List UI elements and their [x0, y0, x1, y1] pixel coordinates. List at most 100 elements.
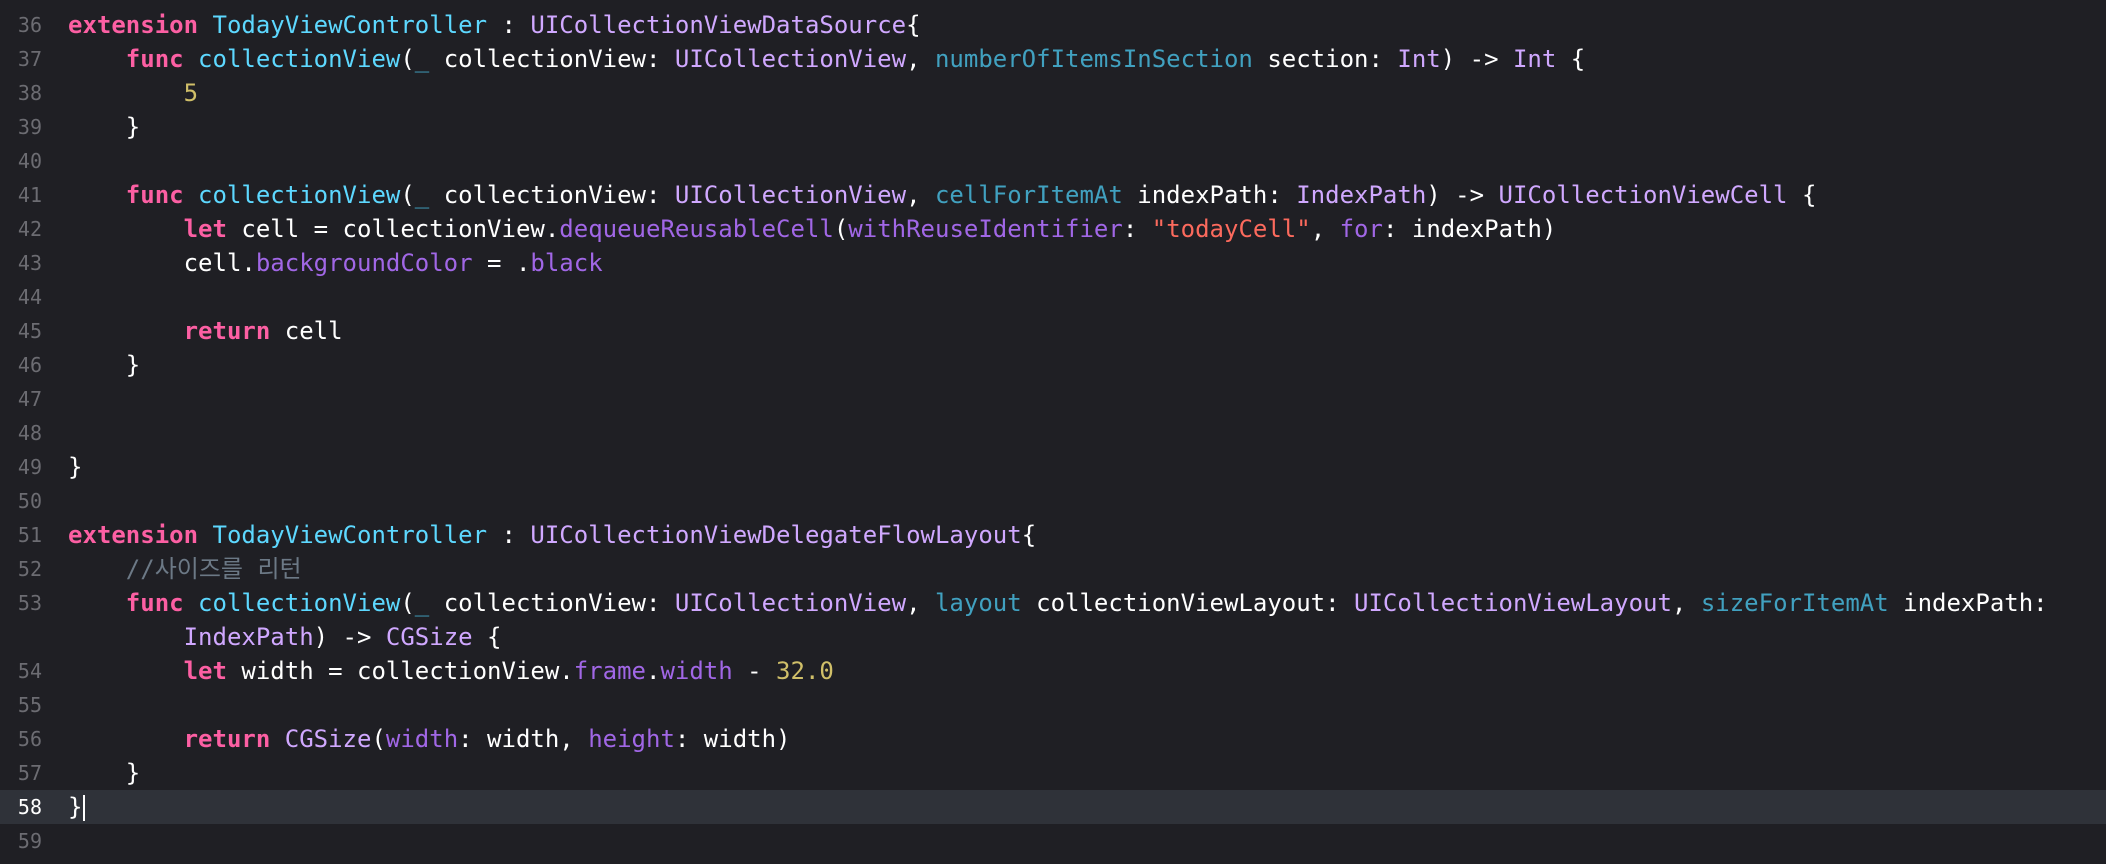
- code-content[interactable]: IndexPath) -> CGSize {: [68, 620, 502, 654]
- code-text: indexPath:: [1888, 589, 2048, 617]
- type-token: IndexPath: [1296, 181, 1427, 209]
- line-number: 41: [17, 183, 42, 207]
- code-line[interactable]: 45 return cell: [0, 314, 2106, 348]
- property-token: for: [1339, 215, 1383, 243]
- parameter-label-token: _: [414, 589, 430, 617]
- code-content[interactable]: extension TodayViewController : UICollec…: [68, 8, 921, 42]
- code-content[interactable]: func collectionView(_ collectionView: UI…: [68, 178, 1817, 212]
- code-line[interactable]: 38 5: [0, 76, 2106, 110]
- code-line[interactable]: 47: [0, 382, 2106, 416]
- keyword-token: func: [125, 181, 184, 209]
- keyword-token: func: [125, 45, 184, 73]
- line-number: 43: [17, 251, 42, 275]
- code-content[interactable]: }: [68, 756, 140, 790]
- code-content[interactable]: 5: [68, 76, 198, 110]
- type-token: UICollectionViewDelegateFlowLayout: [530, 521, 1022, 549]
- code-text: {: [1021, 521, 1037, 549]
- declaration-token: collectionView: [198, 181, 401, 209]
- code-text: {: [1556, 45, 1586, 73]
- code-content[interactable]: func collectionView(_ collectionView: UI…: [68, 586, 2048, 620]
- code-content[interactable]: }: [68, 450, 82, 484]
- parameter-label-token: _: [414, 45, 430, 73]
- code-content[interactable]: return CGSize(width: width, height: widt…: [68, 722, 791, 756]
- code-line[interactable]: 36 extension TodayViewController : UIColl…: [0, 8, 2106, 42]
- code-content[interactable]: //사이즈를 리턴: [68, 552, 302, 586]
- property-token: height: [588, 725, 675, 753]
- type-token: Int: [1512, 45, 1557, 73]
- code-text: (: [400, 45, 415, 73]
- code-text: (: [371, 725, 386, 753]
- code-line[interactable]: 51 extension TodayViewController : UIColl…: [0, 518, 2106, 552]
- parameter-label-token: _: [414, 181, 430, 209]
- code-line[interactable]: 37 func collectionView(_ collectionView:…: [0, 42, 2106, 76]
- current-code-line[interactable]: 58}: [0, 790, 2106, 824]
- line-number: 52: [17, 557, 42, 581]
- line-number: 47: [17, 387, 42, 411]
- code-text: cell.: [183, 249, 256, 277]
- code-line[interactable]: 50: [0, 484, 2106, 518]
- code-text: collectionViewLayout:: [1021, 589, 1355, 617]
- line-number: 45: [17, 319, 42, 343]
- declaration-token: collectionView: [198, 589, 401, 617]
- line-number: 37: [17, 47, 42, 71]
- keyword-token: return: [183, 317, 271, 345]
- code-line[interactable]: 53 func collectionView(_ collectionView:…: [0, 586, 2106, 620]
- line-number: 58: [17, 795, 42, 819]
- number-literal: 5: [183, 79, 199, 107]
- code-line[interactable]: 48: [0, 416, 2106, 450]
- code-text: }: [125, 113, 141, 141]
- code-editor[interactable]: 36 extension TodayViewController : UIColl…: [0, 0, 2106, 864]
- code-line[interactable]: 55: [0, 688, 2106, 722]
- code-line[interactable]: 41 func collectionView(_ collectionView:…: [0, 178, 2106, 212]
- code-line[interactable]: 44: [0, 280, 2106, 314]
- code-text: {: [472, 623, 502, 651]
- code-line[interactable]: 56 return CGSize(width: width, height: w…: [0, 722, 2106, 756]
- code-content[interactable]: let cell = collectionView.dequeueReusabl…: [68, 212, 1557, 246]
- code-line[interactable]: 49}: [0, 450, 2106, 484]
- type-token: UICollectionViewLayout: [1354, 589, 1672, 617]
- line-number: 36: [17, 13, 42, 37]
- parameter-label-token: sizeForItemAt: [1700, 589, 1889, 617]
- comment-text: //사이즈를 리턴: [125, 555, 302, 583]
- code-content[interactable]: return cell: [68, 314, 343, 348]
- code-line[interactable]: 40: [0, 144, 2106, 178]
- line-number: 53: [17, 591, 42, 615]
- code-content[interactable]: }: [68, 110, 140, 144]
- code-content[interactable]: func collectionView(_ collectionView: UI…: [68, 42, 1585, 76]
- line-number: 49: [17, 455, 42, 479]
- property-token: width: [385, 725, 459, 753]
- keyword-token: extension: [68, 521, 199, 549]
- line-number: 50: [17, 489, 42, 513]
- code-line[interactable]: 57 }: [0, 756, 2106, 790]
- code-line[interactable]: 52 //사이즈를 리턴: [0, 552, 2106, 586]
- code-content[interactable]: extension TodayViewController : UICollec…: [68, 518, 1036, 552]
- code-text: ,: [1310, 215, 1340, 243]
- code-line[interactable]: 46 }: [0, 348, 2106, 382]
- code-line[interactable]: IndexPath) -> CGSize {: [0, 620, 2106, 654]
- code-text: :: [487, 521, 531, 549]
- declaration-token: collectionView: [198, 45, 401, 73]
- code-line[interactable]: 42 let cell = collectionView.dequeueReus…: [0, 212, 2106, 246]
- type-token: Int: [1397, 45, 1441, 73]
- code-line[interactable]: 39 }: [0, 110, 2106, 144]
- code-text: ,: [906, 45, 935, 73]
- code-line[interactable]: 43 cell.backgroundColor = .black: [0, 246, 2106, 280]
- parameter-label-token: layout: [934, 589, 1022, 617]
- type-token: UICollectionView: [674, 45, 907, 73]
- code-text: (: [833, 215, 849, 243]
- code-text: : width): [674, 725, 791, 753]
- code-text: cell = collectionView.: [226, 215, 560, 243]
- code-text: ,: [1671, 589, 1701, 617]
- code-content[interactable]: cell.backgroundColor = .black: [68, 246, 603, 280]
- line-number: 56: [17, 727, 42, 751]
- code-content[interactable]: }: [68, 348, 140, 382]
- code-line[interactable]: 54 let width = collectionView.frame.widt…: [0, 654, 2106, 688]
- line-number: 54: [17, 659, 42, 683]
- code-content[interactable]: }: [68, 790, 86, 824]
- code-content[interactable]: let width = collectionView.frame.width -…: [68, 654, 834, 688]
- code-line[interactable]: 59: [0, 824, 2106, 858]
